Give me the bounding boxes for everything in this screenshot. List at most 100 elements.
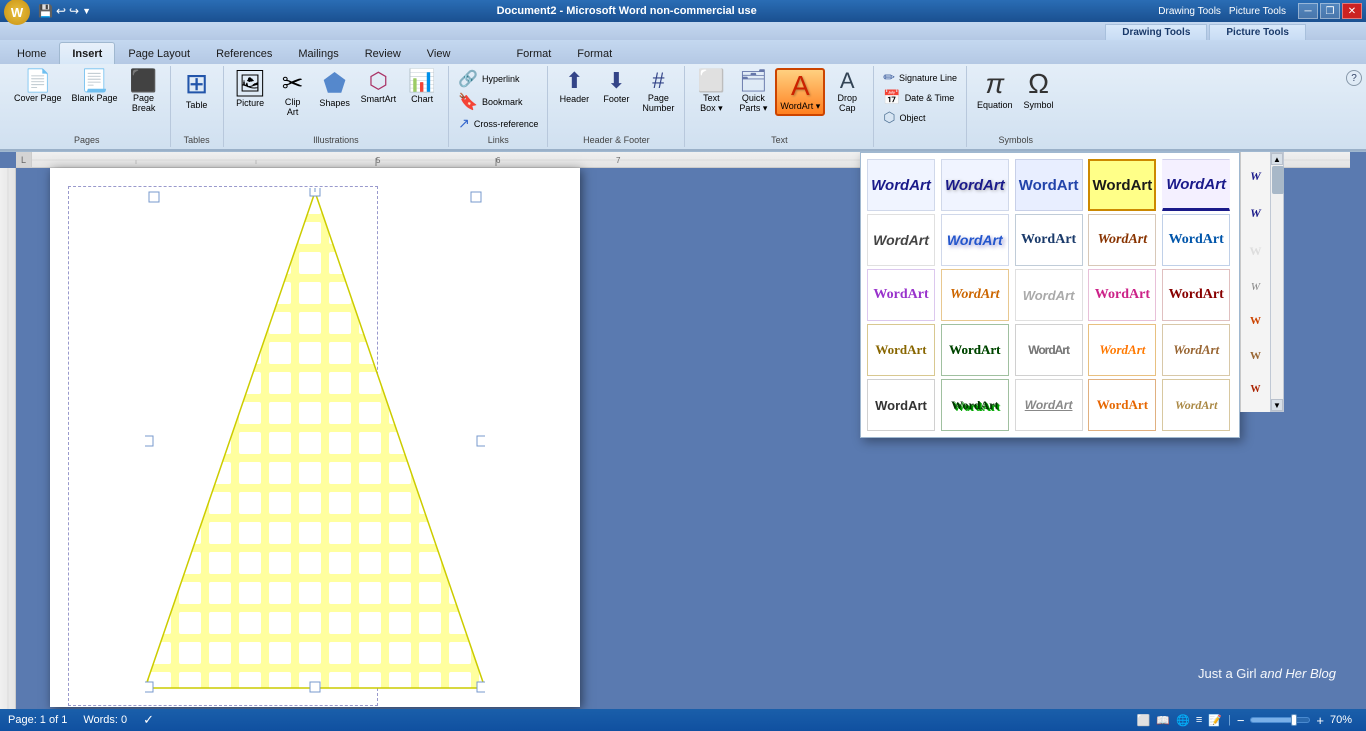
footer-btn[interactable]: ⬇ Footer [596,68,636,106]
view-print-layout[interactable]: ⬜ [1137,714,1151,727]
handle-mid-right[interactable] [477,436,485,446]
wordart-item-11[interactable]: WordArt [867,269,935,321]
word-count[interactable]: Words: 0 [83,714,127,726]
shapes-btn[interactable]: ⬟ Shapes [315,68,355,110]
side-strip-w2[interactable]: W [1250,206,1261,221]
sub-tab-picture[interactable]: Picture Tools [1209,24,1306,40]
wordart-item-1[interactable]: WordArt [867,159,935,211]
tab-format1[interactable]: Format [503,42,564,64]
hyperlink-btn[interactable]: 🔗 Hyperlink [455,68,535,90]
clip-art-btn[interactable]: ✂ ClipArt [273,68,313,120]
wordart-item-7[interactable]: WordArt [941,214,1009,266]
tab-view[interactable]: View [414,42,464,64]
tab-insert[interactable]: Insert [59,42,115,64]
undo-btn[interactable]: ↩ [56,4,66,18]
handle-top-right[interactable] [471,192,481,202]
tab-page-layout[interactable]: Page Layout [115,42,203,64]
view-outline[interactable]: ≡ [1196,714,1202,726]
object-btn[interactable]: ⬡ Object [880,108,928,127]
text-box-btn[interactable]: ⬜ TextBox ▾ [691,68,731,116]
help-btn[interactable]: ? [1346,70,1362,86]
wordart-item-23[interactable]: WordArt [1015,379,1083,431]
scroll-up-arrow[interactable]: ▲ [1271,153,1283,165]
zoom-in-btn[interactable]: + [1316,713,1324,728]
bookmark-btn[interactable]: 🔖 Bookmark [455,91,525,113]
blank-page-btn[interactable]: 📃 Blank Page [68,68,122,106]
side-strip-w6[interactable]: W [1250,350,1261,362]
tab-mailings[interactable]: Mailings [285,42,351,64]
tab-home[interactable]: Home [4,42,59,64]
triangle-shape[interactable] [145,188,485,698]
qat-more-btn[interactable]: ▼ [82,6,91,16]
symbol-btn[interactable]: Ω Symbol [1019,68,1059,112]
chart-btn[interactable]: 📊 Chart [402,68,442,106]
wordart-item-18[interactable]: WordArt [1015,324,1083,376]
wordart-item-15[interactable]: WordArt [1162,269,1230,321]
side-strip-w7[interactable]: W [1251,384,1261,395]
tab-references[interactable]: References [203,42,285,64]
sub-tab-drawing[interactable]: Drawing Tools [1105,24,1207,40]
table-btn[interactable]: ⊞ Table [177,68,217,112]
wordart-item-9[interactable]: WordArt [1088,214,1156,266]
quick-parts-btn[interactable]: 🗂 QuickParts ▾ [733,68,773,116]
redo-btn[interactable]: ↪ [69,4,79,18]
wordart-item-17[interactable]: WordArt [941,324,1009,376]
wordart-item-22[interactable]: WordArt [941,379,1009,431]
wordart-item-5[interactable]: WordArt [1162,159,1230,211]
picture-btn[interactable]: 🖼 Picture [230,68,271,110]
close-btn[interactable]: ✕ [1342,3,1362,19]
wordart-item-21[interactable]: WordArt [867,379,935,431]
wordart-item-19[interactable]: WordArt [1088,324,1156,376]
zoom-percent[interactable]: 70% [1330,714,1358,726]
zoom-bar[interactable] [1250,717,1310,723]
scroll-down-arrow[interactable]: ▼ [1271,399,1283,411]
scroll-thumb[interactable] [1272,166,1284,194]
zoom-out-btn[interactable]: − [1237,713,1245,728]
drop-cap-btn[interactable]: A DropCap [827,68,867,116]
handle-bottom-left[interactable] [145,682,153,692]
cover-page-btn[interactable]: 📄 Cover Page [10,68,66,106]
wordart-btn[interactable]: A WordArt ▾ [775,68,825,116]
wordart-item-14[interactable]: WordArt [1088,269,1156,321]
wordart-item-3[interactable]: WordArt [1015,159,1083,211]
handle-bottom-center[interactable] [310,682,320,692]
cross-ref-btn[interactable]: ↗ Cross-reference [455,114,541,133]
tab-review[interactable]: Review [352,42,414,64]
page-break-btn[interactable]: ⬛ PageBreak [124,68,164,116]
restore-btn[interactable]: ❐ [1320,3,1340,19]
side-strip-w3[interactable]: W [1250,244,1262,259]
view-web-layout[interactable]: 🌐 [1176,714,1190,727]
proofing-check[interactable]: ✓ [143,712,154,728]
signature-line-btn[interactable]: ✏ Signature Line [880,68,960,87]
page-number-btn[interactable]: # PageNumber [638,68,678,116]
minimize-btn[interactable]: ─ [1298,3,1318,19]
side-strip-w1[interactable]: W [1250,169,1261,184]
wordart-item-13[interactable]: WordArt [1015,269,1083,321]
handle-mid-left[interactable] [145,436,153,446]
save-btn[interactable]: 💾 [38,4,53,18]
wordart-item-4[interactable]: WordArt [1088,159,1156,211]
wordart-scrollbar[interactable]: ▲ ▼ [1270,152,1284,412]
wordart-item-6[interactable]: WordArt [867,214,935,266]
wordart-item-20[interactable]: WordArt [1162,324,1230,376]
page-indicator[interactable]: Page: 1 of 1 [8,714,67,726]
side-strip-w5[interactable]: W [1250,315,1261,327]
equation-btn[interactable]: π Equation [973,68,1017,112]
wordart-item-2[interactable]: WordArt [941,159,1009,211]
wordart-item-12[interactable]: WordArt [941,269,1009,321]
wordart-item-25[interactable]: WordArt [1162,379,1230,431]
wordart-item-16[interactable]: WordArt [867,324,935,376]
wordart-item-24[interactable]: WordArt [1088,379,1156,431]
header-btn[interactable]: ⬆ Header [554,68,594,106]
tab-format2[interactable]: Format [564,42,625,64]
view-full-reading[interactable]: 📖 [1156,714,1170,727]
side-strip-w4[interactable]: W [1251,281,1260,293]
wordart-item-8[interactable]: WordArt [1015,214,1083,266]
smartart-btn[interactable]: ⬡ SmartArt [357,68,401,106]
date-time-btn[interactable]: 📅 Date & Time [880,88,957,107]
handle-top-left[interactable] [149,192,159,202]
view-draft[interactable]: 📝 [1208,714,1222,727]
handle-bottom-right[interactable] [477,682,485,692]
wordart-item-10[interactable]: WordArt [1162,214,1230,266]
office-button[interactable]: W [4,0,30,25]
